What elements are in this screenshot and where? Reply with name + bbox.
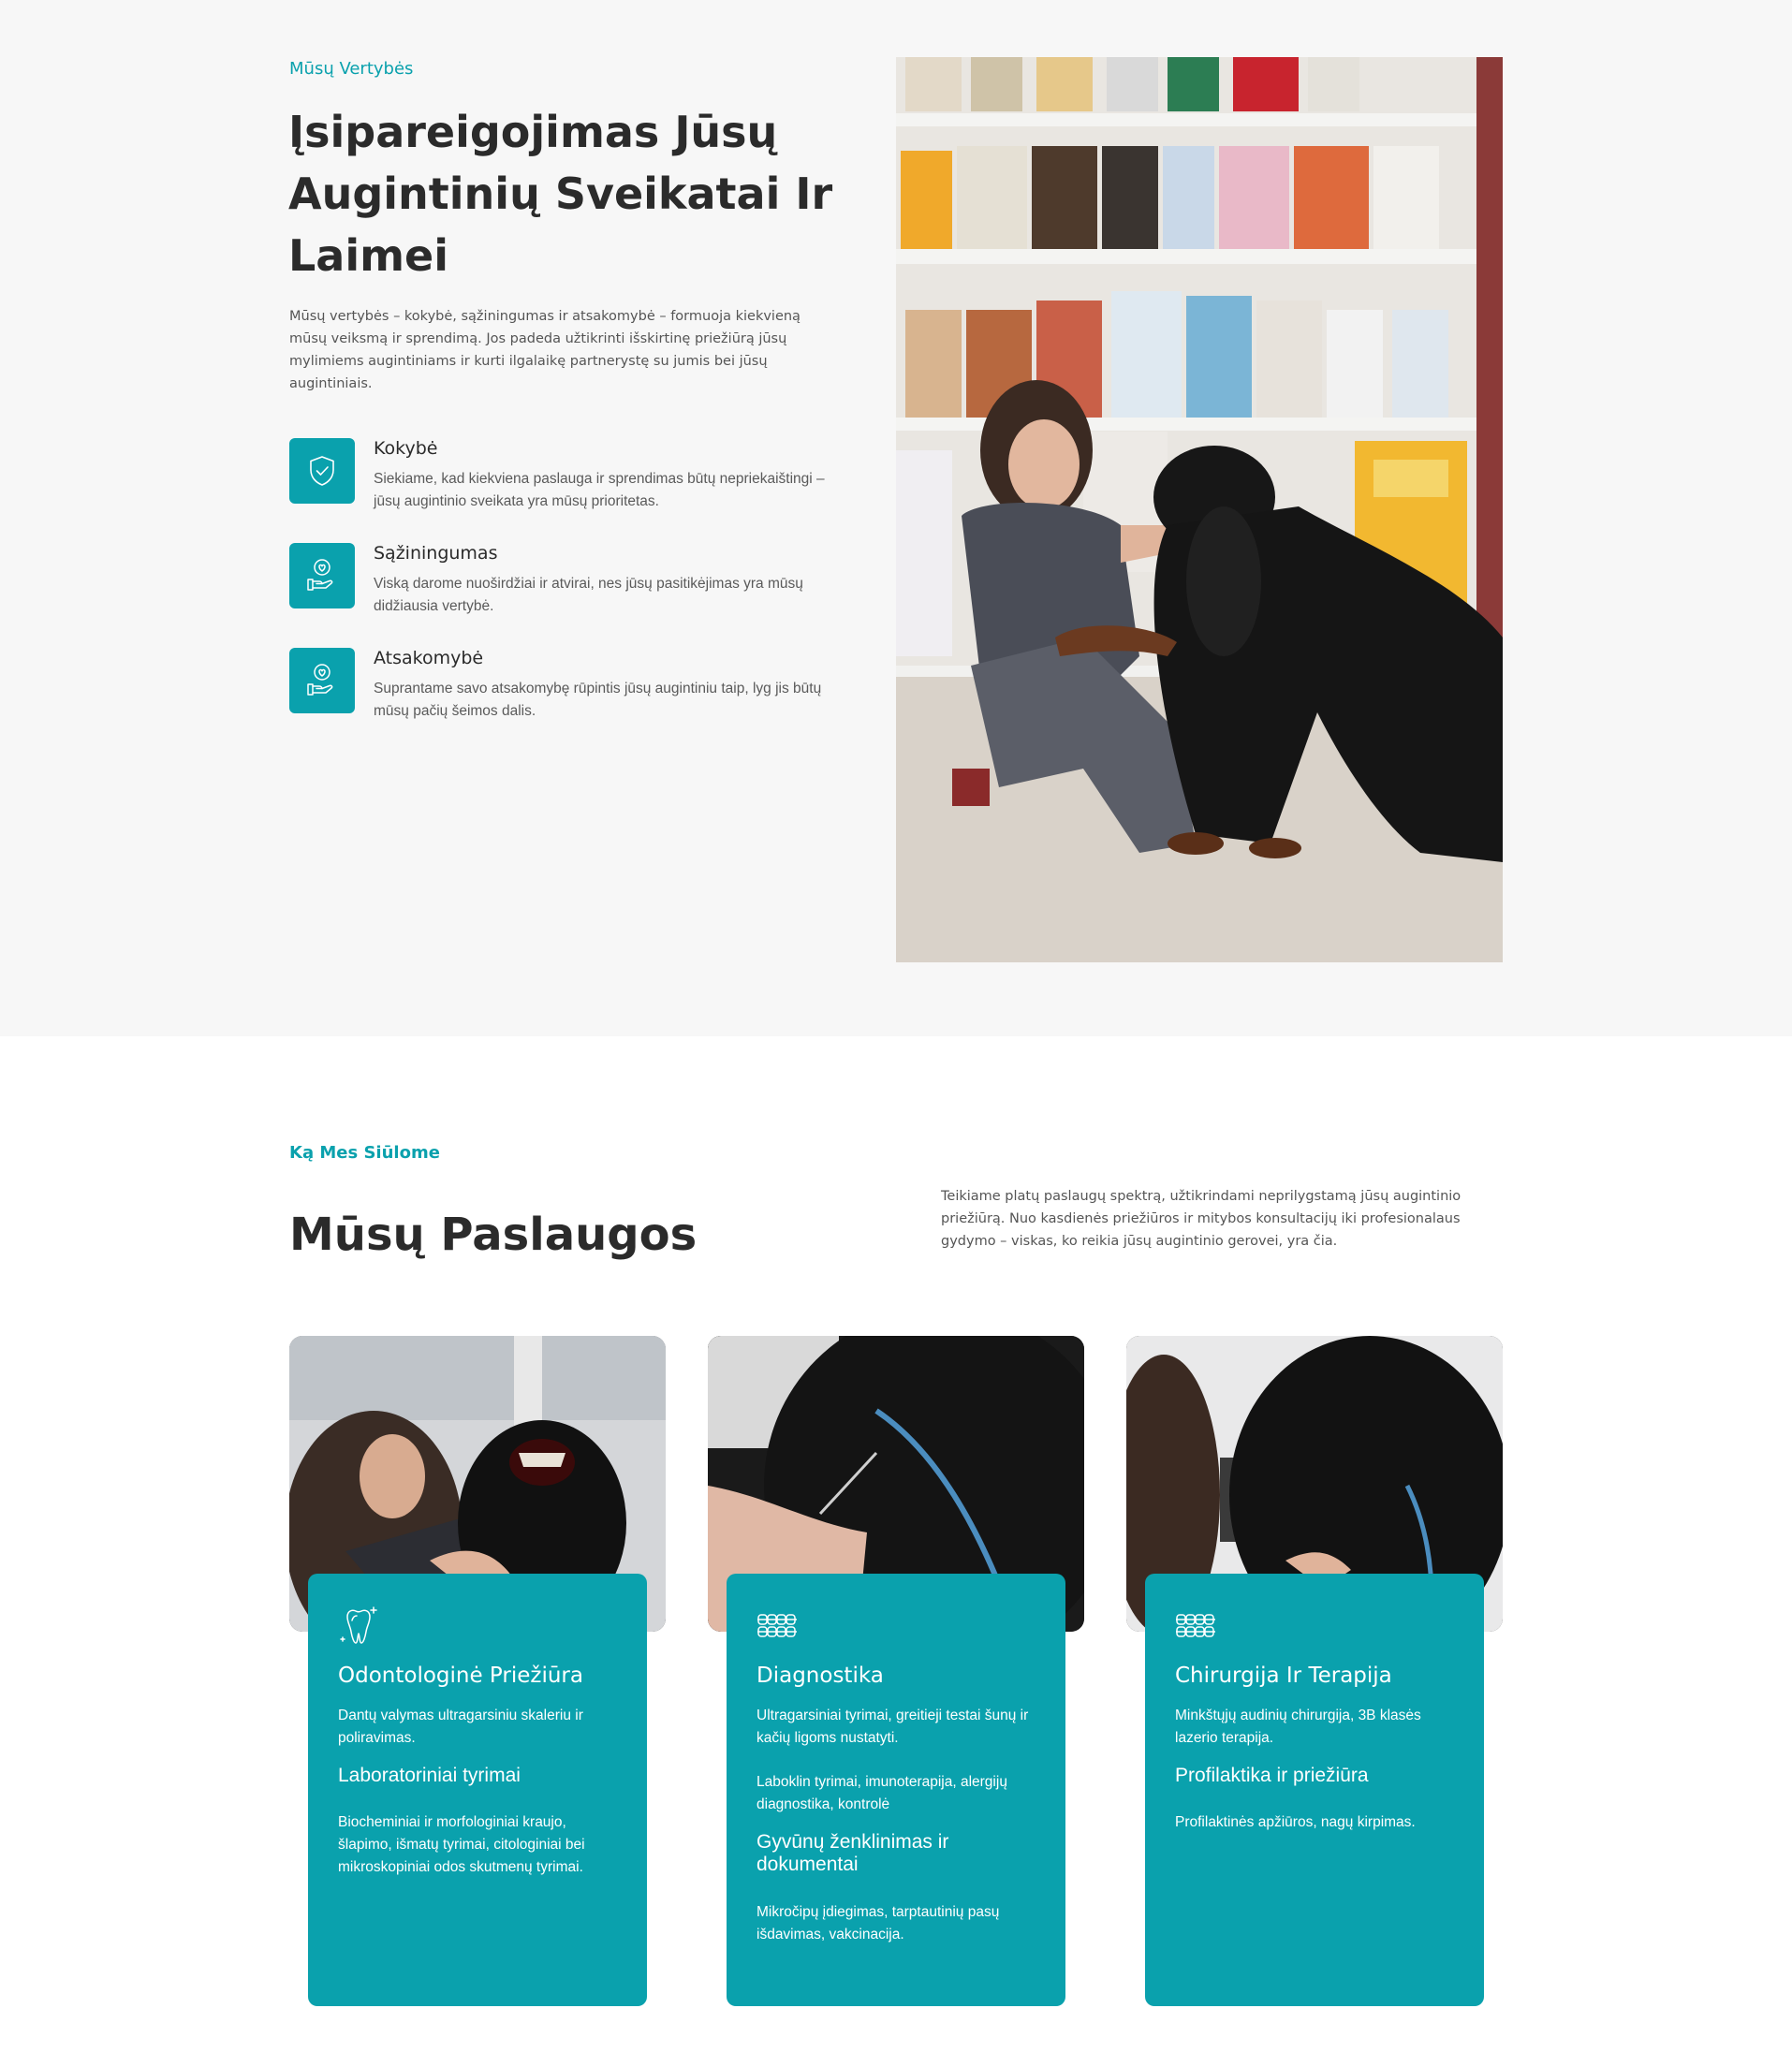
services-lead: Teikiame platų paslaugų spektrą, užtikri… [941,1189,1462,1249]
service-text: Mikročipų įdiegimas, tarptautinių pasų i… [756,1904,1000,1942]
service-card-diagnostics[interactable]: Diagnostika Ultragarsiniai tyrimai, grei… [727,1574,1065,2006]
value-text: Siekiame, kad kiekviena paslauga ir spre… [374,471,825,509]
service-text: Minkštųjų audinių chirurgija, 3B klasės … [1175,1708,1421,1746]
teeth-braces-icon [1175,1604,1218,1647]
vet-with-black-dog-photo [896,57,1503,962]
value-text: Suprantame savo atsakomybę rūpintis jūsų… [374,681,822,719]
teeth-braces-icon [756,1604,800,1647]
service-text: Biocheminiai ir morfologiniai kraujo, šl… [338,1814,585,1875]
service-text: Ultragarsiniai tyrimai, greitieji testai… [756,1708,1029,1746]
service-card-dental[interactable]: Odontologinė Priežiūra Dantų valymas ult… [308,1574,647,2006]
service-title: Chirurgija Ir Terapija [1175,1664,1392,1688]
values-intro: Mūsų vertybės – kokybė, sąžiningumas ir … [289,309,801,391]
service-title: Diagnostika [756,1664,884,1688]
services-title: Mūsų Paslaugos [289,1209,698,1261]
tooth-icon [338,1604,381,1647]
value-item-responsibility: Atsakomybė Suprantame savo atsakomybę rū… [289,648,851,741]
service-subtitle: Gyvūnų ženklinimas ir dokumentai [756,1831,949,1875]
shield-check-icon [289,438,355,504]
values-section: Mūsų Vertybės Įsipareigojimas Jūsų Augin… [0,0,1792,1036]
values-title: Įsipareigojimas Jūsų Augintinių Sveikata… [288,107,833,281]
service-text: Dantų valymas ultragarsiniu skaleriu ir … [338,1708,583,1746]
value-title: Kokybė [374,438,438,459]
values-eyebrow: Mūsų Vertybės [289,59,414,79]
service-text: Laboklin tyrimai, imunoterapija, alergij… [756,1774,1007,1812]
value-text: Viską darome nuoširdžiai ir atvirai, nes… [374,576,803,614]
services-eyebrow: Ką Mes Siūlome [289,1143,440,1163]
value-title: Sąžiningumas [374,543,498,564]
service-card-surgery[interactable]: Chirurgija Ir Terapija Minkštųjų audinių… [1145,1574,1484,2006]
heart-hand-icon [289,648,355,713]
heart-hand-icon [289,543,355,608]
value-item-quality: Kokybė Siekiame, kad kiekviena paslauga … [289,438,851,532]
service-text: Profilaktinės apžiūros, nagų kirpimas. [1175,1814,1416,1830]
value-title: Atsakomybė [374,648,484,668]
value-item-honesty: Sąžiningumas Viską darome nuoširdžiai ir… [289,543,851,637]
service-subtitle: Profilaktika ir priežiūra [1175,1765,1369,1786]
service-title: Odontologinė Priežiūra [338,1664,583,1688]
service-subtitle: Laboratoriniai tyrimai [338,1765,521,1786]
